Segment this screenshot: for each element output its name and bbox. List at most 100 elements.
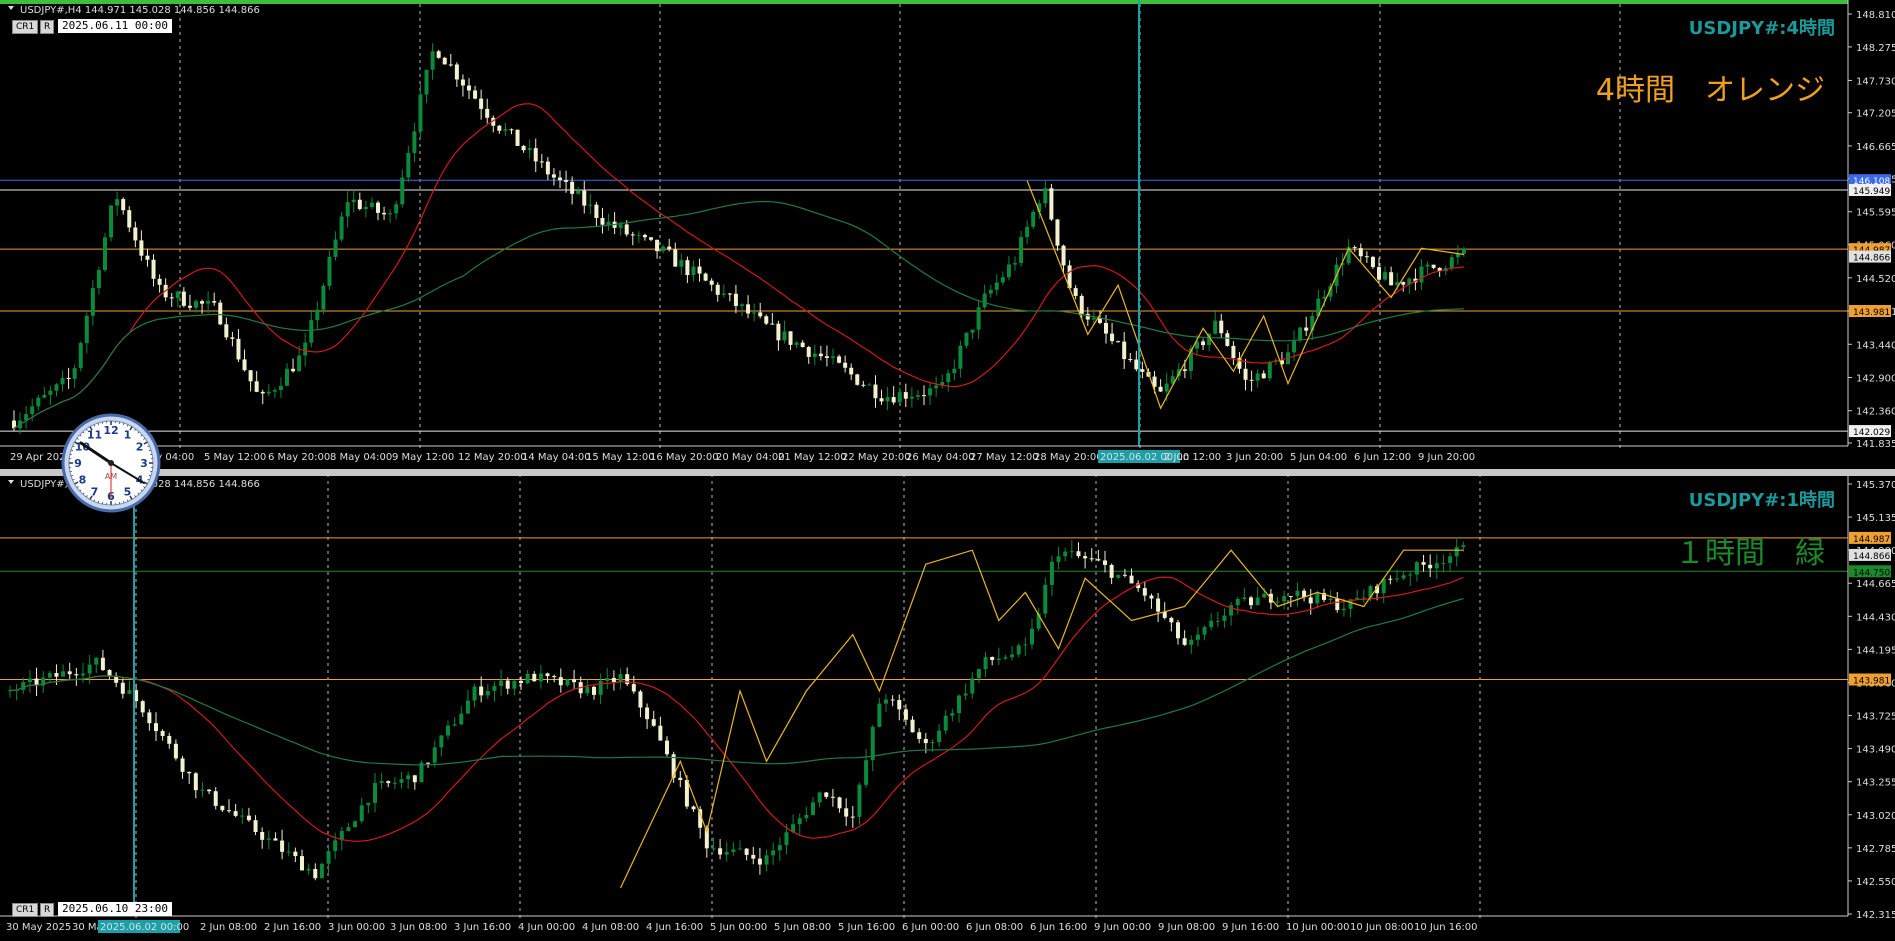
candle-body <box>187 771 192 774</box>
candle-body <box>1079 295 1084 314</box>
candle-body <box>240 815 245 817</box>
candle-body <box>30 406 35 415</box>
candle-body <box>90 288 95 316</box>
candle-body <box>1156 598 1161 612</box>
candle-body <box>1449 257 1454 269</box>
x-tick-label: 20 May 04:00 <box>716 452 785 463</box>
candle-body <box>406 152 411 178</box>
candle-body <box>321 285 326 310</box>
candle-body <box>1341 608 1346 611</box>
candle-body <box>1006 264 1011 278</box>
candle-body <box>1103 560 1107 565</box>
candle-body <box>928 388 933 396</box>
candle-body <box>505 680 510 689</box>
candle-body <box>139 240 144 256</box>
candle-body <box>67 671 72 675</box>
candle-body <box>718 848 723 855</box>
candle-body <box>824 356 829 358</box>
r-button[interactable]: R <box>40 20 55 34</box>
candle-body <box>525 673 530 684</box>
candle-body <box>230 337 235 339</box>
x-tick-label: 14 May 04:00 <box>522 452 591 463</box>
candle-body <box>970 329 975 333</box>
candle-body <box>1096 559 1101 561</box>
candle-body <box>479 686 484 696</box>
candle-body <box>1140 369 1145 372</box>
candle-body <box>1189 639 1194 645</box>
candle-body <box>1083 556 1088 559</box>
candle-body <box>727 293 732 295</box>
cr1-button[interactable]: CR1 <box>12 20 39 34</box>
x-tick-label: 2 Jun 16:00 <box>264 922 321 933</box>
x-tick-label: 16 May 20:00 <box>650 452 719 463</box>
clock-widget[interactable]: 121234567891011 AM <box>61 413 161 513</box>
candle-body <box>147 712 152 724</box>
candle-body <box>1275 601 1280 603</box>
x-tick-label: 6 May 20:00 <box>268 452 330 463</box>
candle-body <box>512 680 517 689</box>
candle-body <box>272 390 277 392</box>
candle-body <box>1261 373 1266 379</box>
candle-body <box>844 808 849 817</box>
candle-body <box>797 818 802 825</box>
chart-pane-h1[interactable]: 145.370145.135144.900144.665144.430144.1… <box>0 476 1895 941</box>
candle-body <box>160 731 165 736</box>
candle-body <box>430 51 435 70</box>
candle-body <box>873 384 878 399</box>
candle-body <box>1222 615 1227 621</box>
overlay-title-h4: USDJPY#:4時間 <box>1689 18 1835 39</box>
candle-body <box>297 355 302 372</box>
candle-body <box>515 129 520 146</box>
chart-canvas-h1[interactable]: 145.370145.135144.900144.665144.430144.1… <box>0 476 1895 941</box>
pane-separator[interactable] <box>0 469 1895 476</box>
x-tick-label: 2 Jun 08:00 <box>200 922 257 933</box>
candle-body <box>1408 574 1413 576</box>
candle-body <box>54 384 59 391</box>
cr1-button-h1[interactable]: CR1 <box>12 903 39 917</box>
candle-body <box>1122 341 1127 360</box>
candle-body <box>764 855 769 865</box>
candle-body <box>246 815 251 821</box>
candle-body <box>910 719 915 733</box>
price-tag: 144.750 <box>1853 568 1890 578</box>
candle-body <box>976 307 981 330</box>
candle-body <box>519 680 523 684</box>
x-tick-label: 9 Jun 20:00 <box>1418 452 1475 463</box>
candle-body <box>1295 590 1300 597</box>
candle-body <box>1243 368 1248 380</box>
candle-body <box>1428 564 1433 569</box>
r-button-h1[interactable]: R <box>40 903 55 917</box>
candle-body <box>922 395 926 397</box>
candle-body <box>996 658 1001 661</box>
candle-body <box>1049 188 1054 220</box>
candle-body <box>1043 584 1048 614</box>
candle-body <box>369 202 374 207</box>
top-highlight-bar <box>0 0 1848 4</box>
candle-body <box>78 343 83 369</box>
candle-body <box>777 845 782 851</box>
candle-body <box>1169 617 1174 623</box>
candle-body <box>120 682 125 694</box>
candle-body <box>1182 638 1187 645</box>
candle-body <box>733 293 738 306</box>
candle-body <box>788 331 793 345</box>
candle-body <box>260 391 265 394</box>
candle-body <box>200 301 205 304</box>
candle-body <box>1352 247 1357 249</box>
chart-pane-h4[interactable]: 148.810148.275147.730147.205146.665146.1… <box>0 0 1895 469</box>
candle-body <box>776 323 781 341</box>
candle-body <box>994 282 999 290</box>
candle-body <box>957 695 961 714</box>
candle-body <box>151 259 156 279</box>
candle-body <box>884 699 888 704</box>
candle-body <box>200 789 205 791</box>
candle-body <box>585 686 590 694</box>
x-tick-label: 8 May 04:00 <box>330 452 392 463</box>
candle-body <box>1164 383 1169 392</box>
candle-body <box>213 791 218 806</box>
chart-canvas-h4[interactable]: 148.810148.275147.730147.205146.665146.1… <box>0 0 1895 469</box>
candle-body <box>1370 256 1375 268</box>
candle-body <box>667 246 672 250</box>
candle-body <box>724 851 729 855</box>
candle-body <box>207 789 212 792</box>
